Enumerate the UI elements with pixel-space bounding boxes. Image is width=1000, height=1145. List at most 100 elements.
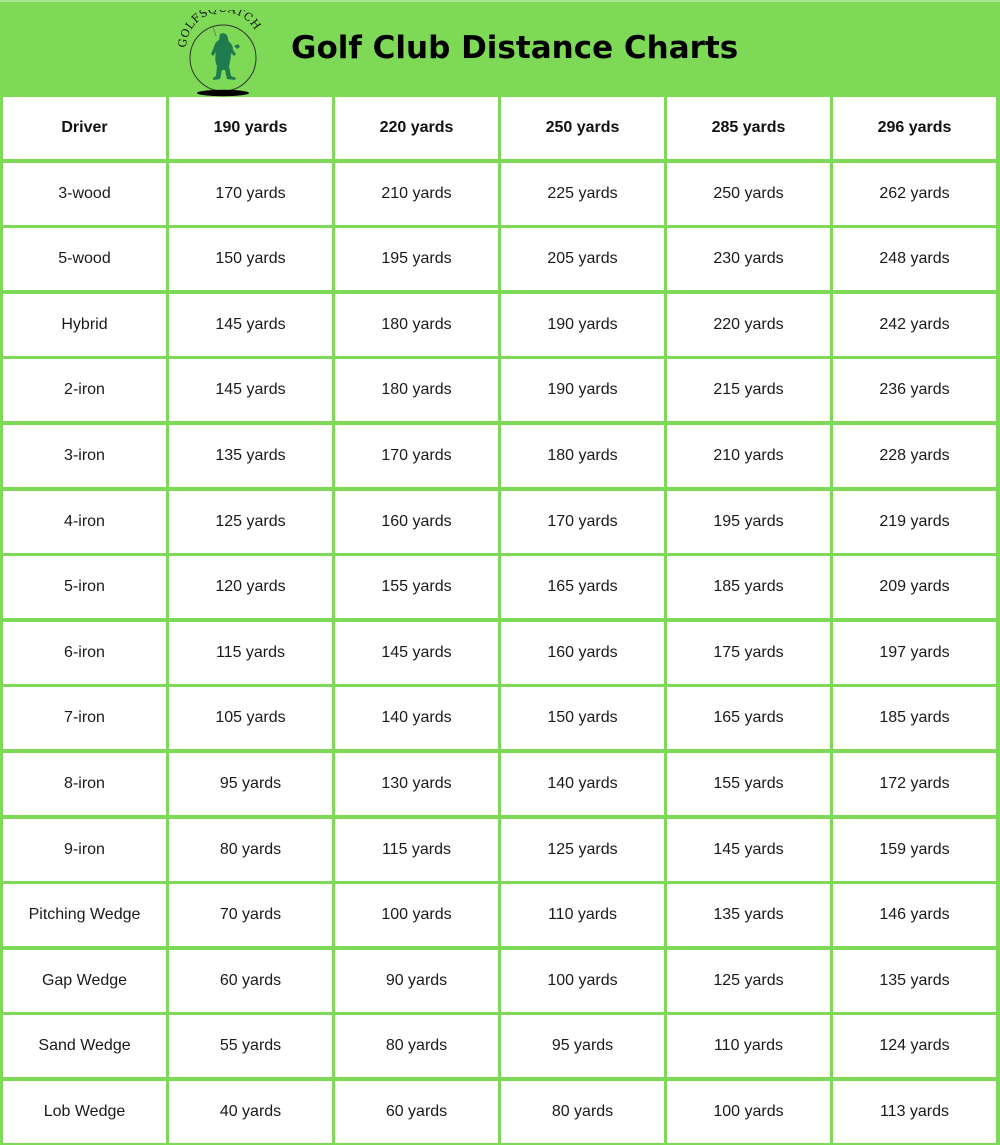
golfsquatch-logo: GOLFSQUATCH — [176, 2, 270, 98]
distance-cell: 95 yards — [169, 752, 332, 815]
row-label-club: 4-iron — [3, 490, 166, 553]
row-label-club: Gap Wedge — [3, 949, 166, 1012]
column-header-driver-distance: 296 yards — [833, 97, 996, 159]
distance-cell: 135 yards — [667, 884, 830, 947]
distance-cell: 115 yards — [169, 621, 332, 684]
row-label-club: 5-wood — [3, 228, 166, 291]
distance-cell: 140 yards — [335, 687, 498, 750]
distance-cell: 120 yards — [169, 556, 332, 619]
distance-cell: 145 yards — [667, 818, 830, 881]
distance-cell: 155 yards — [667, 752, 830, 815]
distance-cell: 230 yards — [667, 228, 830, 291]
distance-cell: 190 yards — [501, 293, 664, 356]
distance-cell: 225 yards — [501, 162, 664, 225]
distance-cell: 210 yards — [335, 162, 498, 225]
page: GOLFSQUATCH Golf Club Distance Charts Dr… — [0, 0, 1000, 1145]
distance-cell: 145 yards — [169, 293, 332, 356]
distance-cell: 248 yards — [833, 228, 996, 291]
page-title: Golf Club Distance Charts — [291, 30, 739, 66]
distance-cell: 185 yards — [667, 556, 830, 619]
distance-cell: 80 yards — [501, 1080, 664, 1143]
row-label-club: Pitching Wedge — [3, 884, 166, 947]
distance-cell: 140 yards — [501, 752, 664, 815]
distance-cell: 60 yards — [169, 949, 332, 1012]
distance-cell: 124 yards — [833, 1015, 996, 1078]
row-label-club: Sand Wedge — [3, 1015, 166, 1078]
distance-cell: 180 yards — [335, 293, 498, 356]
row-label-club: 8-iron — [3, 752, 166, 815]
distance-cell: 262 yards — [833, 162, 996, 225]
row-label-club: 3-wood — [3, 162, 166, 225]
distance-cell: 215 yards — [667, 359, 830, 422]
distance-cell: 130 yards — [335, 752, 498, 815]
distance-cell: 250 yards — [667, 162, 830, 225]
distance-cell: 135 yards — [169, 424, 332, 487]
distance-cell: 90 yards — [335, 949, 498, 1012]
row-label-club: 5-iron — [3, 556, 166, 619]
distance-cell: 219 yards — [833, 490, 996, 553]
distance-cell: 165 yards — [667, 687, 830, 750]
bigfoot-golfer-icon: GOLFSQUATCH — [176, 2, 263, 97]
distance-cell: 180 yards — [335, 359, 498, 422]
distance-cell: 70 yards — [169, 884, 332, 947]
column-header-driver-distance: 250 yards — [501, 97, 664, 159]
distance-cell: 110 yards — [667, 1015, 830, 1078]
distance-cell: 145 yards — [169, 359, 332, 422]
row-label-club: 3-iron — [3, 424, 166, 487]
distance-cell: 60 yards — [335, 1080, 498, 1143]
distance-cell: 105 yards — [169, 687, 332, 750]
distance-cell: 205 yards — [501, 228, 664, 291]
header: GOLFSQUATCH Golf Club Distance Charts — [0, 0, 1000, 98]
distance-cell: 100 yards — [501, 949, 664, 1012]
column-header-club: Driver — [3, 97, 166, 159]
distance-cell: 190 yards — [501, 359, 664, 422]
distance-cell: 40 yards — [169, 1080, 332, 1143]
distance-cell: 242 yards — [833, 293, 996, 356]
distance-cell: 100 yards — [667, 1080, 830, 1143]
distance-cell: 125 yards — [169, 490, 332, 553]
row-label-club: Hybrid — [3, 293, 166, 356]
column-header-driver-distance: 285 yards — [667, 97, 830, 159]
distance-cell: 197 yards — [833, 621, 996, 684]
distance-cell: 170 yards — [501, 490, 664, 553]
distance-cell: 150 yards — [501, 687, 664, 750]
row-label-club: 9-iron — [3, 818, 166, 881]
distance-cell: 195 yards — [335, 228, 498, 291]
distance-cell: 220 yards — [667, 293, 830, 356]
distance-cell: 185 yards — [833, 687, 996, 750]
distance-cell: 180 yards — [501, 424, 664, 487]
distance-cell: 95 yards — [501, 1015, 664, 1078]
distance-cell: 165 yards — [501, 556, 664, 619]
row-label-club: Lob Wedge — [3, 1080, 166, 1143]
distance-cell: 236 yards — [833, 359, 996, 422]
distance-cell: 228 yards — [833, 424, 996, 487]
distance-cell: 175 yards — [667, 621, 830, 684]
distance-table: Driver 190 yards 220 yards 250 yards 285 yar… — [3, 97, 996, 1143]
row-label-club: 6-iron — [3, 621, 166, 684]
distance-cell: 146 yards — [833, 884, 996, 947]
distance-cell: 115 yards — [335, 818, 498, 881]
distance-cell: 100 yards — [335, 884, 498, 947]
distance-cell: 125 yards — [501, 818, 664, 881]
distance-cell: 80 yards — [335, 1015, 498, 1078]
distance-cell: 55 yards — [169, 1015, 332, 1078]
distance-cell: 195 yards — [667, 490, 830, 553]
distance-cell: 110 yards — [501, 884, 664, 947]
distance-cell: 170 yards — [335, 424, 498, 487]
distance-cell: 210 yards — [667, 424, 830, 487]
distance-cell: 160 yards — [501, 621, 664, 684]
row-label-club: 2-iron — [3, 359, 166, 422]
distance-cell: 209 yards — [833, 556, 996, 619]
distance-cell: 125 yards — [667, 949, 830, 1012]
distance-cell: 170 yards — [169, 162, 332, 225]
distance-cell: 113 yards — [833, 1080, 996, 1143]
distance-cell: 145 yards — [335, 621, 498, 684]
column-header-driver-distance: 190 yards — [169, 97, 332, 159]
distance-cell: 172 yards — [833, 752, 996, 815]
distance-cell: 155 yards — [335, 556, 498, 619]
row-label-club: 7-iron — [3, 687, 166, 750]
distance-cell: 159 yards — [833, 818, 996, 881]
distance-cell: 80 yards — [169, 818, 332, 881]
distance-cell: 150 yards — [169, 228, 332, 291]
distance-cell: 160 yards — [335, 490, 498, 553]
